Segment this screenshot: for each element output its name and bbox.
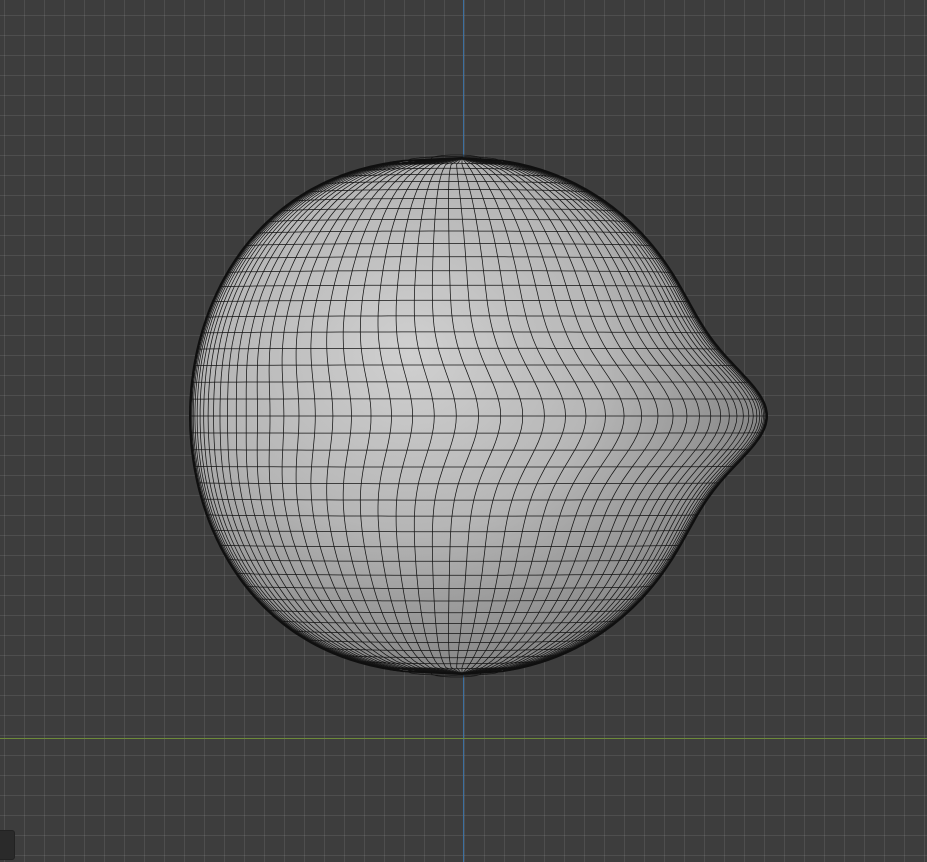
mesh-object[interactable] bbox=[0, 0, 927, 862]
viewport-corner-handle-icon[interactable] bbox=[0, 830, 15, 860]
mesh-wireframe bbox=[189, 154, 768, 678]
3d-viewport[interactable] bbox=[0, 0, 927, 862]
